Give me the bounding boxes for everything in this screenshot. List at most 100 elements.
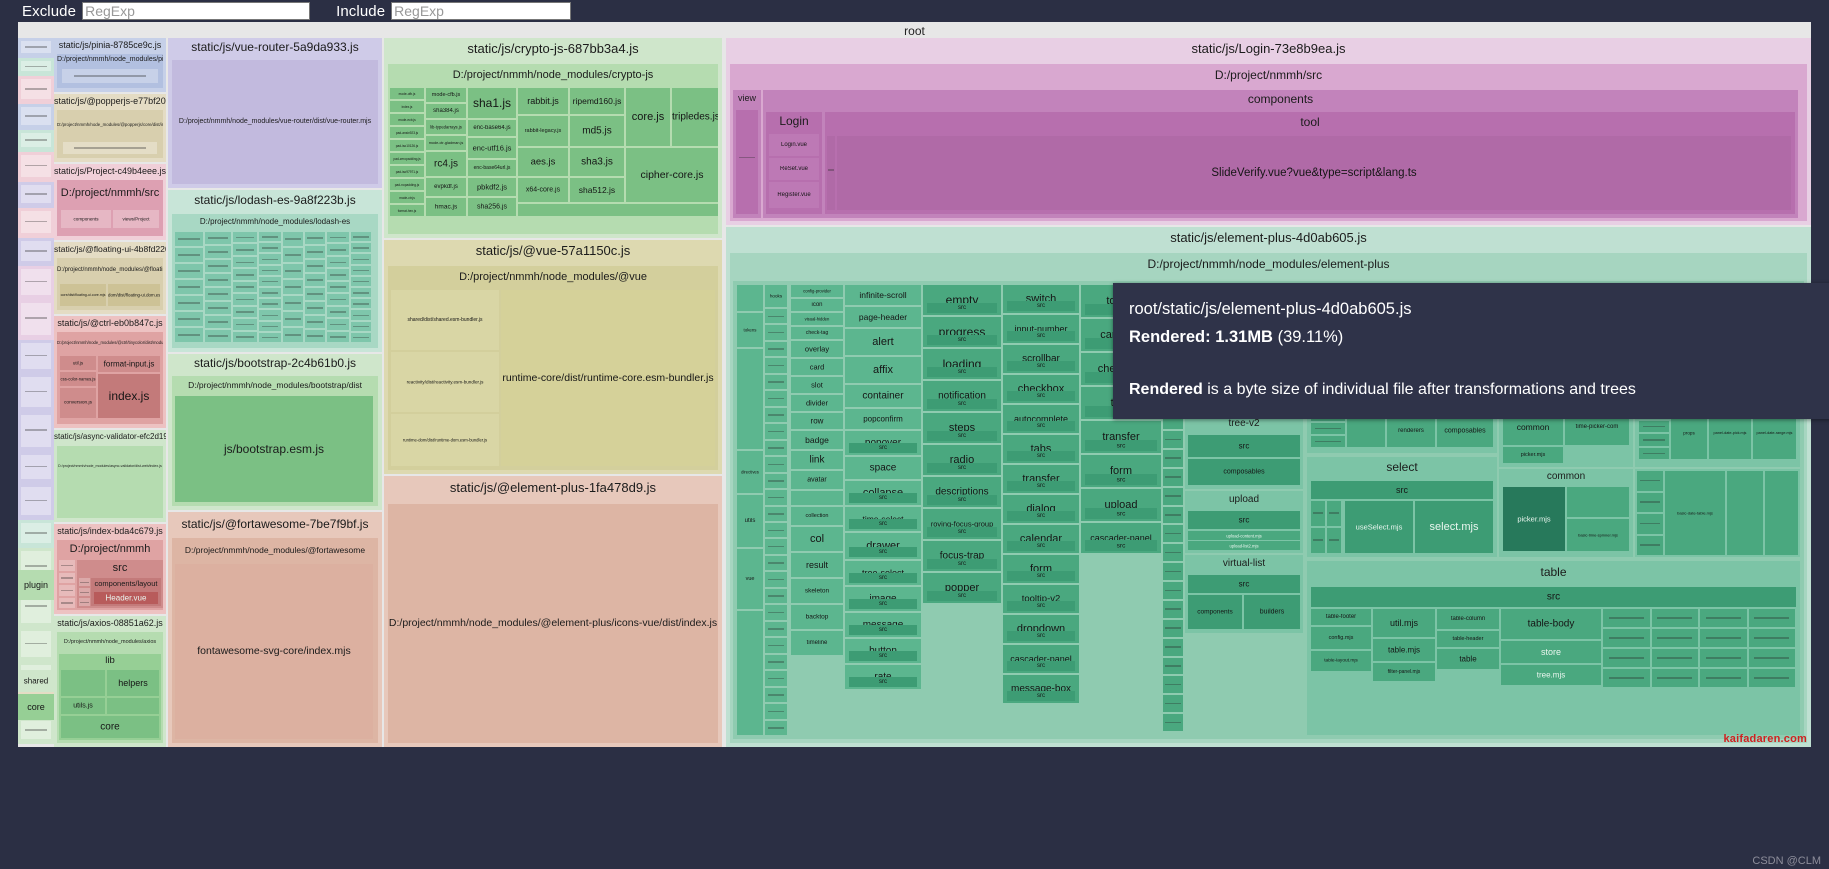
treemap-leaf-component[interactable]: collapsesrc [845, 481, 921, 505]
treemap-bundle-tiny[interactable] [18, 374, 54, 412]
treemap-leaf-tiny[interactable] [765, 457, 787, 472]
treemap-leaf-tiny[interactable] [1163, 431, 1183, 448]
treemap-leaf-tiny[interactable] [1163, 619, 1183, 637]
treemap-leaf-upload-src[interactable]: src [1188, 511, 1300, 529]
treemap-leaf-sha1[interactable]: sha1.js [468, 88, 516, 118]
treemap-path-bootstrap[interactable]: D:/project/nmmh/node_modules/bootstrap/d… [172, 376, 378, 506]
treemap-leaf-tiny[interactable] [233, 281, 257, 293]
treemap-leaf-tiny[interactable] [283, 248, 303, 262]
treemap-leaf-tiny[interactable] [765, 440, 787, 456]
treemap-group-picker-b[interactable]: basic-date-table.mjs [1635, 469, 1800, 557]
treemap-leaf-index-js[interactable]: index.js [98, 374, 160, 418]
treemap-bundle-tiny[interactable] [18, 452, 54, 484]
treemap-bundle-tiny[interactable] [18, 238, 54, 266]
treemap-leaf-vue[interactable]: vue [737, 549, 763, 609]
treemap-leaf-tiny[interactable] [1163, 487, 1183, 505]
treemap-bundle-vue-router[interactable]: static/js/vue-router-5a9da933.js D:/proje… [168, 38, 382, 188]
treemap-leaf-src[interactable]: src [1007, 421, 1075, 431]
treemap-leaf-table-column[interactable]: table-column [1437, 609, 1499, 629]
treemap-leaf-mode-ctr-gladman[interactable]: mode-ctr-gladman.js [426, 136, 466, 150]
treemap-leaf-tiny[interactable] [63, 142, 157, 154]
treemap-leaf-src[interactable]: src [849, 599, 917, 609]
treemap-leaf-tiny[interactable] [1163, 582, 1183, 599]
treemap-path-vue[interactable]: D:/project/nmmh/node_modules/@vue shared/… [388, 266, 718, 470]
treemap-leaf-tiny[interactable] [59, 572, 75, 583]
treemap-leaf-table-footer[interactable]: table-footer [1311, 609, 1371, 625]
treemap-leaf-tiny[interactable] [765, 490, 787, 505]
treemap-group-src[interactable]: src components/layout Header.vue [77, 560, 163, 608]
treemap-leaf-tiny[interactable] [175, 296, 203, 310]
treemap-leaf-pbkdf2[interactable]: pbkdf2.js [468, 178, 516, 196]
treemap-leaf-tiny[interactable] [1639, 434, 1669, 446]
treemap-leaf-component[interactable]: space [845, 457, 921, 479]
treemap-leaf-component[interactable]: buttonsrc [845, 639, 921, 663]
treemap-bundle-axios[interactable]: static/js/axios-08851a62.js D:/project/nm… [54, 616, 166, 747]
treemap-leaf-src[interactable]: src [1007, 451, 1075, 461]
treemap-leaf-useselect-mjs[interactable]: useSelect.mjs [1345, 501, 1413, 553]
treemap-leaf-tiny[interactable] [1163, 525, 1183, 543]
treemap-leaf-tiny[interactable] [351, 299, 371, 309]
treemap-leaf-src[interactable]: src [927, 303, 997, 313]
treemap-leaf-t2-composables[interactable]: composables [1437, 415, 1493, 447]
treemap-leaf-tiny[interactable] [1637, 492, 1663, 512]
treemap-leaf-tiny[interactable] [305, 316, 325, 328]
treemap-leaf-pk2-b[interactable] [1765, 471, 1798, 555]
treemap-leaf-tiny[interactable] [765, 523, 787, 538]
treemap-leaf-rabbit[interactable]: rabbit.js [518, 88, 568, 114]
treemap-leaf-component[interactable]: avatar [791, 471, 843, 489]
treemap-group-picker-common[interactable]: common picker.mjs basic-time-spinner.mjs [1499, 469, 1633, 557]
treemap-leaf-tiny[interactable] [351, 232, 371, 242]
treemap-group-components[interactable]: components Login Login.vue ReSet.vue Registe… [763, 90, 1798, 218]
treemap-leaf-tiny[interactable] [765, 671, 787, 686]
treemap-leaf-tiny[interactable] [259, 276, 281, 286]
treemap-leaf-tiny[interactable] [259, 243, 281, 253]
treemap-leaf-crypto-tiny[interactable]: mode-ofb.js [390, 88, 424, 99]
treemap-leaf-tiny[interactable] [765, 539, 787, 554]
treemap-leaf-component[interactable]: infinite-scroll [845, 285, 921, 305]
treemap-leaf-tiny[interactable] [351, 310, 371, 320]
treemap-leaf-tiny[interactable] [259, 321, 281, 331]
treemap-leaf-src[interactable]: src [1007, 391, 1075, 401]
treemap-leaf-component[interactable]: autocomplete src [1003, 405, 1079, 433]
treemap-leaf-src[interactable]: src [1007, 481, 1075, 491]
treemap-leaf-tiny[interactable] [21, 155, 51, 177]
treemap-leaf-tiny[interactable] [305, 288, 325, 300]
treemap-leaf-tiny[interactable] [79, 588, 90, 596]
treemap-leaf-tiny[interactable] [21, 631, 51, 657]
treemap-leaf-fa-svg-core[interactable]: fontawesome-svg-core/index.mjs [175, 564, 373, 739]
treemap-leaf-upload-content[interactable]: upload-content.mjs [1188, 531, 1300, 540]
treemap-group-tool[interactable]: tool SlideVerify.vue?vue&type=script&lang… [825, 112, 1795, 214]
treemap-leaf-tiny[interactable] [175, 264, 203, 278]
treemap-leaf-src[interactable]: src [927, 495, 997, 505]
treemap-leaf-tiny[interactable] [233, 269, 257, 280]
treemap-leaf-tokens[interactable]: tokens [737, 313, 763, 347]
treemap-leaf-tiny[interactable] [1748, 609, 1795, 627]
treemap-leaf-component[interactable]: popconfirm [845, 409, 921, 429]
treemap-leaf-lib-b[interactable] [107, 698, 159, 714]
treemap-path-lodash-es[interactable]: D:/project/nmmh/node_modules/lodash-es [172, 214, 378, 348]
treemap-bundle-tiny[interactable] [18, 718, 54, 744]
treemap-leaf-component[interactable]: card [791, 359, 843, 375]
treemap-bundle-login[interactable]: static/js/Login-73e8b9ea.js D:/project/nm… [726, 38, 1811, 225]
treemap-leaf-table-header[interactable]: table-header [1437, 631, 1499, 647]
treemap-leaf-tiny[interactable] [765, 358, 787, 373]
treemap-bundle-crypto-js[interactable]: static/js/crypto-js-687bb3a4.js D:/projec… [384, 38, 722, 238]
treemap-leaf-tiny[interactable] [21, 269, 51, 295]
treemap-leaf-evpkdf[interactable]: evpkdf.js [426, 178, 466, 196]
treemap-leaf-tiny[interactable] [765, 555, 787, 571]
treemap-leaf-crypto-tiny[interactable]: pad-iso10126.js [390, 140, 424, 151]
treemap-leaf-tiny[interactable] [1163, 544, 1183, 562]
treemap-leaf-component[interactable]: timeline [791, 631, 843, 655]
treemap-leaf-tiny[interactable] [765, 424, 787, 439]
treemap-leaf-directives[interactable]: directives [737, 451, 763, 493]
treemap-leaf-conversion[interactable]: conversion.js [60, 388, 96, 418]
treemap-leaf-tiny[interactable] [351, 276, 371, 286]
treemap-leaf-tiny[interactable] [283, 312, 303, 326]
treemap-leaf-tiny[interactable] [327, 232, 349, 243]
treemap-leaf-tiny[interactable] [259, 310, 281, 320]
include-input[interactable] [391, 2, 572, 20]
treemap-leaf-tiny[interactable] [765, 605, 787, 620]
treemap-leaf-tiny[interactable] [1651, 669, 1698, 687]
treemap-path-popperjs[interactable]: D:/project/nmmh/node_modules/@popperjs/c… [57, 110, 163, 158]
treemap-leaf-src[interactable]: src [1085, 540, 1157, 551]
